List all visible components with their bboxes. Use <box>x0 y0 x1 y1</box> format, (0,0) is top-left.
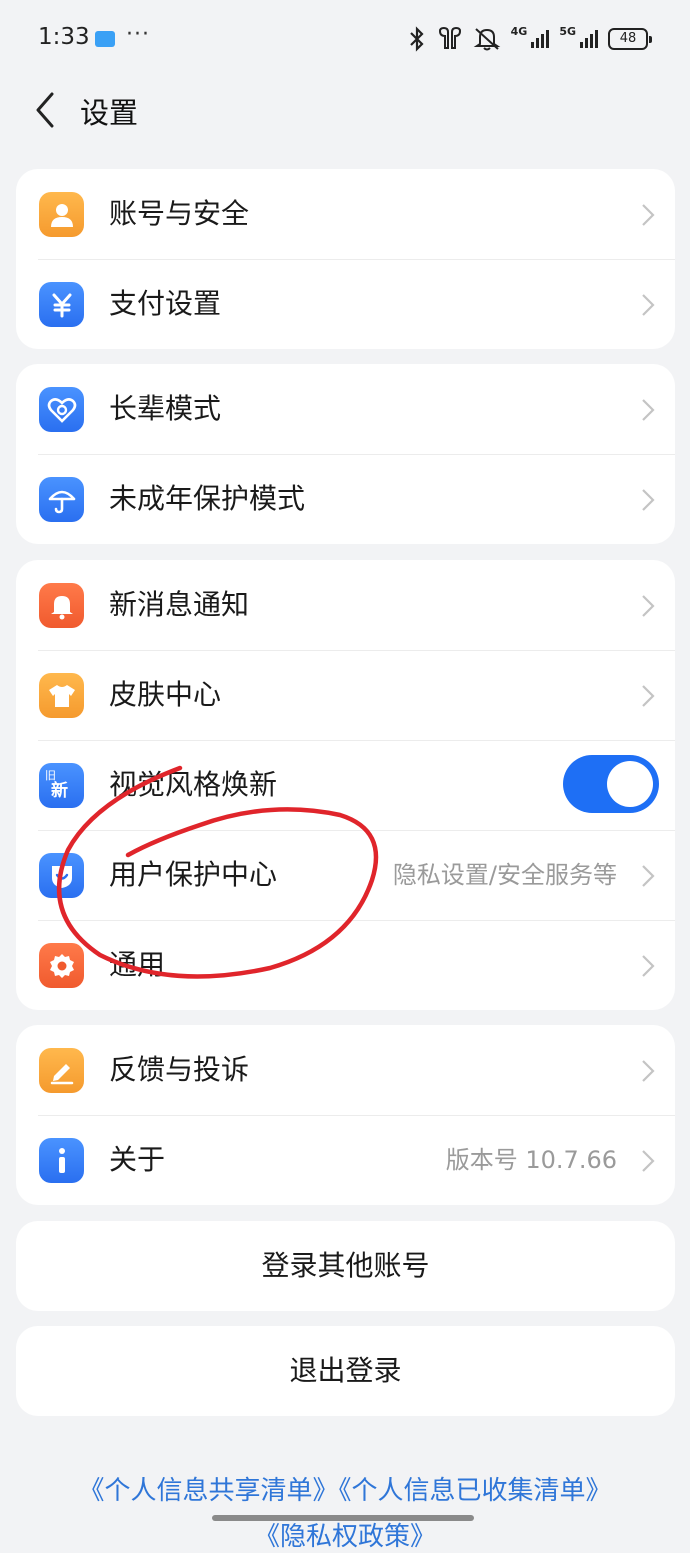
status-time: 1:33 <box>38 24 90 50</box>
settings-item-feedback[interactable]: 反馈与投诉 <box>16 1025 675 1115</box>
settings-item-minor-protection[interactable]: 未成年保护模式 <box>16 454 675 544</box>
battery-icon: 48 <box>608 28 652 50</box>
page-title: 设置 <box>80 96 139 130</box>
settings-item-about[interactable]: 关于 版本号 10.7.66 <box>16 1115 675 1205</box>
app-header: 设置 <box>0 78 690 140</box>
link-info-sharing-list[interactable]: 《个人信息共享清单》 <box>78 1476 338 1506</box>
pencil-icon <box>39 1048 84 1093</box>
link-privacy-policy[interactable]: 《隐私权政策》 <box>254 1522 436 1552</box>
settings-group-support: 反馈与投诉 关于 版本号 10.7.66 <box>16 1025 675 1205</box>
link-info-collected-list[interactable]: 《个人信息已收集清单》 <box>339 1476 612 1506</box>
settings-item-label: 视觉风格焕新 <box>109 768 278 801</box>
switch-account-button[interactable]: 登录其他账号 <box>16 1221 675 1311</box>
chevron-right-icon <box>642 204 655 226</box>
bell-icon <box>39 583 84 628</box>
settings-item-general[interactable]: 通用 <box>16 920 675 1010</box>
signal-icon-2 <box>580 30 598 48</box>
settings-item-skin-center[interactable]: 皮肤中心 <box>16 650 675 740</box>
home-indicator[interactable] <box>212 1515 474 1521</box>
settings-group-account: 账号与安全 支付设置 <box>16 169 675 349</box>
settings-item-label: 未成年保护模式 <box>109 482 306 515</box>
settings-item-label: 关于 <box>109 1143 166 1176</box>
settings-item-label: 反馈与投诉 <box>109 1053 250 1086</box>
settings-item-label: 皮肤中心 <box>109 678 222 711</box>
settings-item-payment[interactable]: 支付设置 <box>16 259 675 349</box>
logout-button[interactable]: 退出登录 <box>16 1326 675 1416</box>
settings-item-label: 通用 <box>109 948 166 981</box>
chevron-right-icon <box>642 1060 655 1082</box>
shield-icon <box>39 853 84 898</box>
status-bar: 1:33 ··· 4G 5G 48 <box>0 0 690 78</box>
settings-item-account-security[interactable]: 账号与安全 <box>16 169 675 259</box>
visual-style-toggle[interactable] <box>563 755 659 813</box>
network-5g-label: 5G <box>559 24 576 38</box>
battery-level: 48 <box>608 28 648 50</box>
settings-group-general: 新消息通知 皮肤中心 旧 新 视觉风格焕新 用户保护中心 隐私设置/安全服务等 … <box>16 560 675 1010</box>
settings-item-label: 支付设置 <box>109 287 222 320</box>
more-notifications: ··· <box>126 22 150 47</box>
settings-item-label: 账号与安全 <box>109 197 250 230</box>
chevron-right-icon <box>642 399 655 421</box>
settings-item-value: 隐私设置/安全服务等 <box>392 861 617 889</box>
settings-item-notifications[interactable]: 新消息通知 <box>16 560 675 650</box>
style-icon: 旧 新 <box>39 763 84 808</box>
heart-icon <box>39 387 84 432</box>
toggle-knob <box>607 761 653 807</box>
settings-item-label: 用户保护中心 <box>109 858 278 891</box>
settings-item-label: 新消息通知 <box>109 588 250 621</box>
chevron-right-icon <box>642 955 655 977</box>
footer-links: 《个人信息共享清单》《个人信息已收集清单》 <box>0 1470 690 1512</box>
settings-group-modes: 长辈模式 未成年保护模式 <box>16 364 675 544</box>
chevron-right-icon <box>642 1150 655 1172</box>
status-icons: 4G 5G 48 <box>407 22 652 56</box>
settings-item-visual-style: 旧 新 视觉风格焕新 <box>16 740 675 830</box>
chevron-right-icon <box>642 685 655 707</box>
version-value: 版本号 10.7.66 <box>445 1146 617 1174</box>
yen-icon <box>39 282 84 327</box>
bluetooth-icon <box>409 26 424 52</box>
network-4g-label: 4G <box>510 24 528 38</box>
app-notification-icon <box>95 31 115 47</box>
tshirt-icon <box>39 673 84 718</box>
back-arrow-icon[interactable] <box>28 88 68 132</box>
umbrella-icon <box>39 477 84 522</box>
mute-icon <box>473 28 500 51</box>
settings-item-label: 长辈模式 <box>109 392 222 425</box>
earbuds-icon <box>438 26 461 49</box>
chevron-right-icon <box>642 489 655 511</box>
chevron-right-icon <box>642 294 655 316</box>
info-icon <box>39 1138 84 1183</box>
gear-icon <box>39 943 84 988</box>
chevron-right-icon <box>642 595 655 617</box>
user-icon <box>39 192 84 237</box>
signal-icon <box>531 30 550 48</box>
settings-item-elder-mode[interactable]: 长辈模式 <box>16 364 675 454</box>
chevron-right-icon <box>642 865 655 887</box>
settings-item-user-protection[interactable]: 用户保护中心 隐私设置/安全服务等 <box>16 830 675 920</box>
